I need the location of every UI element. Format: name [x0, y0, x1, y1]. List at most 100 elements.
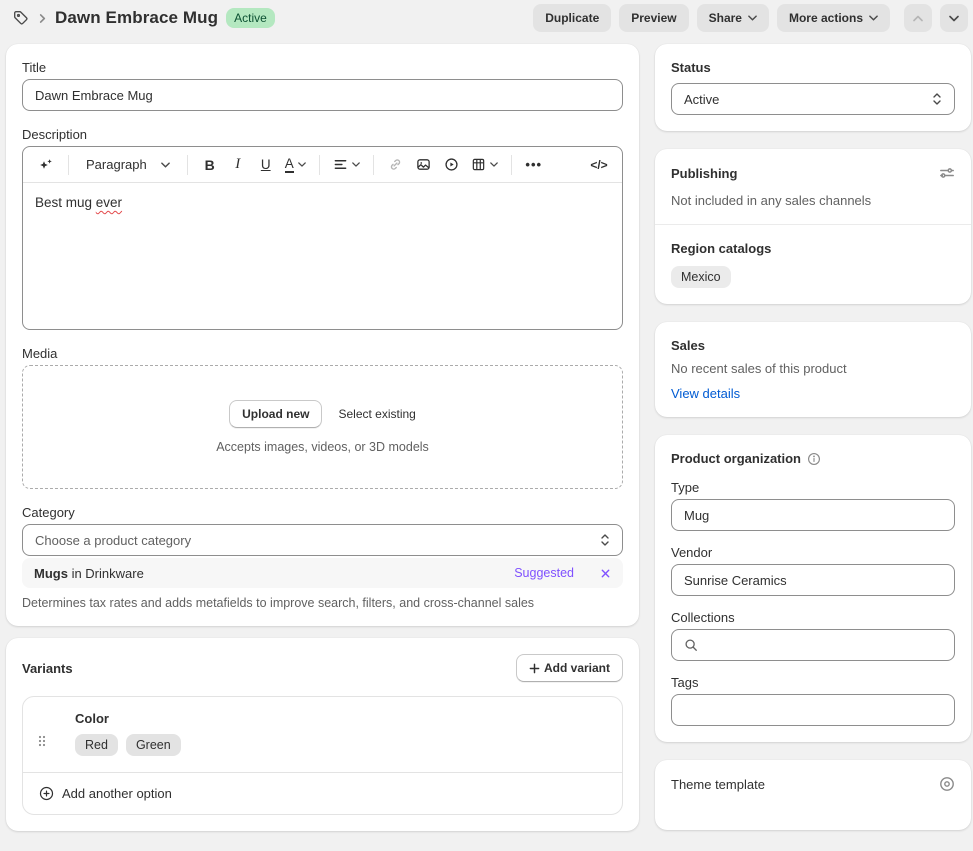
duplicate-button[interactable]: Duplicate: [533, 4, 611, 32]
chevron-down-icon: [352, 162, 360, 167]
product-organization-title: Product organization: [671, 451, 801, 466]
category-helper-text: Determines tax rates and adds metafields…: [22, 596, 623, 610]
show-html-button[interactable]: </>: [586, 151, 612, 179]
tags-input[interactable]: [671, 694, 955, 726]
chevron-down-icon: [869, 15, 878, 21]
option-value-chip: Red: [75, 734, 118, 756]
view-details-link[interactable]: View details: [671, 386, 740, 401]
text-align-button[interactable]: [329, 151, 364, 179]
circle-plus-icon: [39, 786, 54, 801]
media-hint: Accepts images, videos, or 3D models: [216, 440, 429, 454]
theme-template-header: Theme template: [671, 776, 955, 792]
category-label: Category: [22, 505, 623, 520]
toolbar-divider: [373, 155, 374, 175]
toolbar-divider: [319, 155, 320, 175]
description-content[interactable]: Best mug ever: [23, 183, 622, 329]
link-button[interactable]: [383, 151, 409, 179]
media-dropzone[interactable]: Upload new Select existing Accepts image…: [22, 365, 623, 489]
option-name: Color: [75, 711, 181, 726]
chevron-down-icon: [298, 162, 306, 167]
breadcrumb-chevron-icon: [38, 14, 47, 23]
collections-text-input[interactable]: [706, 630, 942, 660]
select-existing-button[interactable]: Select existing: [338, 407, 415, 421]
underline-button[interactable]: U: [253, 151, 279, 179]
variants-card: Variants Add variant: [6, 638, 639, 831]
main-column: Title Description Paragraph: [6, 44, 639, 831]
collections-input[interactable]: [671, 629, 955, 661]
add-variant-button[interactable]: Add variant: [516, 654, 623, 682]
insert-image-button[interactable]: [411, 151, 437, 179]
product-details-card: Title Description Paragraph: [6, 44, 639, 626]
italic-button[interactable]: I: [225, 151, 251, 179]
next-product-button[interactable]: [940, 4, 968, 32]
sidebar-column: Status Active Publishing: [655, 44, 971, 830]
publishing-card: Publishing Not included in any sales cha…: [655, 149, 971, 304]
description-text: Best mug: [35, 195, 96, 210]
category-placeholder: Choose a product category: [35, 533, 191, 548]
publishing-settings-icon[interactable]: [939, 165, 955, 181]
variant-option-content: Color Red Green: [59, 711, 181, 756]
sales-card: Sales No recent sales of this product Vi…: [655, 322, 971, 417]
ai-sparkle-icon[interactable]: [33, 151, 59, 179]
region-chip: Mexico: [671, 266, 731, 288]
insert-table-button[interactable]: [467, 151, 502, 179]
toolbar-divider: [68, 155, 69, 175]
previous-product-button[interactable]: [904, 4, 932, 32]
drag-handle-icon[interactable]: [37, 711, 47, 756]
add-another-option-button[interactable]: Add another option: [23, 772, 622, 814]
option-value-chip: Green: [126, 734, 181, 756]
more-formatting-button[interactable]: •••: [521, 151, 547, 179]
chevron-down-icon: [490, 162, 498, 167]
dismiss-suggestion-icon[interactable]: [600, 568, 611, 579]
title-label: Title: [22, 60, 623, 75]
insert-video-button[interactable]: [439, 151, 465, 179]
status-value: Active: [684, 92, 719, 107]
search-icon: [684, 638, 698, 652]
more-actions-button[interactable]: More actions: [777, 4, 890, 32]
variants-title: Variants: [22, 661, 73, 676]
select-updown-icon: [600, 532, 610, 548]
category-select[interactable]: Choose a product category: [22, 524, 623, 556]
type-field: Type: [671, 480, 955, 531]
product-edit-page: Dawn Embrace Mug Active Duplicate Previe…: [0, 0, 973, 851]
editor-toolbar: Paragraph B I U A: [23, 147, 622, 183]
chevron-up-icon: [913, 15, 923, 22]
topbar-actions: Duplicate Preview Share More actions: [533, 4, 968, 32]
status-select[interactable]: Active: [671, 83, 955, 115]
toolbar-divider: [187, 155, 188, 175]
vendor-field: Vendor: [671, 545, 955, 596]
status-title: Status: [671, 60, 955, 75]
collections-field: Collections: [671, 610, 955, 661]
product-tag-icon: [12, 9, 30, 27]
top-bar: Dawn Embrace Mug Active Duplicate Previe…: [0, 0, 973, 36]
product-organization-card: Product organization Type Vendor: [655, 435, 971, 742]
text-color-button[interactable]: A: [281, 151, 310, 179]
sales-title: Sales: [671, 338, 955, 353]
divider: [655, 224, 971, 225]
theme-template-title: Theme template: [671, 777, 765, 792]
variant-option-row[interactable]: Color Red Green: [23, 697, 622, 772]
suggested-badge: Suggested: [514, 566, 574, 580]
share-button[interactable]: Share: [697, 4, 769, 32]
collections-label: Collections: [671, 610, 955, 625]
category-suggestion-row[interactable]: Mugs in Drinkware Suggested: [22, 558, 623, 588]
upload-new-button[interactable]: Upload new: [229, 400, 322, 428]
media-label: Media: [22, 346, 623, 361]
variant-option-card: Color Red Green Add another option: [22, 696, 623, 815]
content-columns: Title Description Paragraph: [0, 36, 973, 831]
bold-button[interactable]: B: [197, 151, 223, 179]
toolbar-divider: [511, 155, 512, 175]
chevron-down-icon: [161, 162, 170, 168]
preview-button[interactable]: Preview: [619, 4, 688, 32]
vendor-input[interactable]: [671, 564, 955, 596]
variants-header: Variants Add variant: [22, 654, 623, 682]
publishing-header: Publishing: [671, 165, 955, 181]
status-card: Status Active: [655, 44, 971, 131]
view-eye-icon[interactable]: [939, 776, 955, 792]
paragraph-style-dropdown[interactable]: Paragraph: [78, 151, 178, 179]
info-icon[interactable]: [807, 452, 821, 466]
tags-field: Tags: [671, 675, 955, 726]
publishing-empty-text: Not included in any sales channels: [671, 193, 955, 208]
title-input[interactable]: [22, 79, 623, 111]
type-input[interactable]: [671, 499, 955, 531]
